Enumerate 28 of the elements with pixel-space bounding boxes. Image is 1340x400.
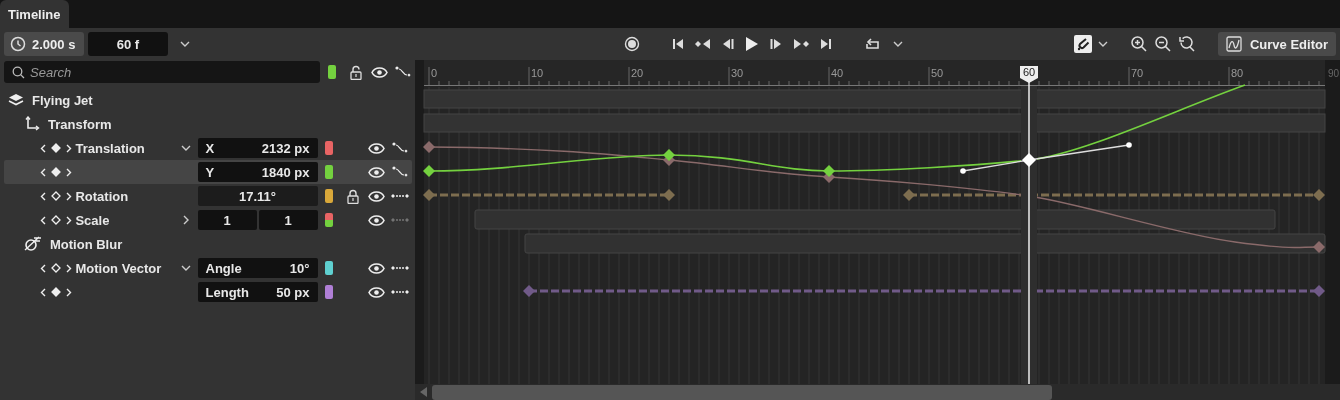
- curve-editor-button[interactable]: Curve Editor: [1218, 32, 1336, 56]
- group-name[interactable]: Transform: [48, 116, 112, 132]
- ruler-label: 70: [1128, 66, 1144, 86]
- search-field[interactable]: Search: [4, 61, 320, 83]
- ruler-label: 10: [528, 66, 544, 86]
- selected-property-row[interactable]: Y 1840 px: [4, 160, 412, 184]
- property-name: Translation: [75, 140, 145, 156]
- property-name: Motion Vector: [75, 260, 162, 276]
- property-name: Scale: [75, 212, 110, 228]
- group-name[interactable]: Motion Blur: [50, 236, 123, 252]
- ruler-label: 30: [728, 66, 744, 86]
- ruler-label: 80: [1228, 66, 1244, 86]
- value-field[interactable]: Angle 10°: [197, 258, 318, 278]
- ruler-label: 40: [828, 66, 844, 86]
- property-name: Rotation: [75, 188, 129, 204]
- ruler-label: 0: [428, 66, 438, 86]
- timeline-tab[interactable]: Timeline: [0, 0, 69, 28]
- playhead-marker[interactable]: 60: [1020, 66, 1038, 83]
- value-field[interactable]: X 2132 px: [197, 138, 318, 158]
- ruler-label: 50: [928, 66, 944, 86]
- value-field[interactable]: Length 50 px: [197, 282, 318, 302]
- value-field[interactable]: Y 1840 px: [197, 162, 318, 182]
- frames-field[interactable]: 60 f: [88, 32, 168, 56]
- ruler-label: 20: [628, 66, 644, 86]
- duration-button[interactable]: 2.000 s: [4, 32, 84, 56]
- layer-name[interactable]: Flying Jet: [32, 92, 93, 108]
- value-field[interactable]: 17.11°: [197, 186, 318, 206]
- ruler-label: 90: [1328, 68, 1340, 79]
